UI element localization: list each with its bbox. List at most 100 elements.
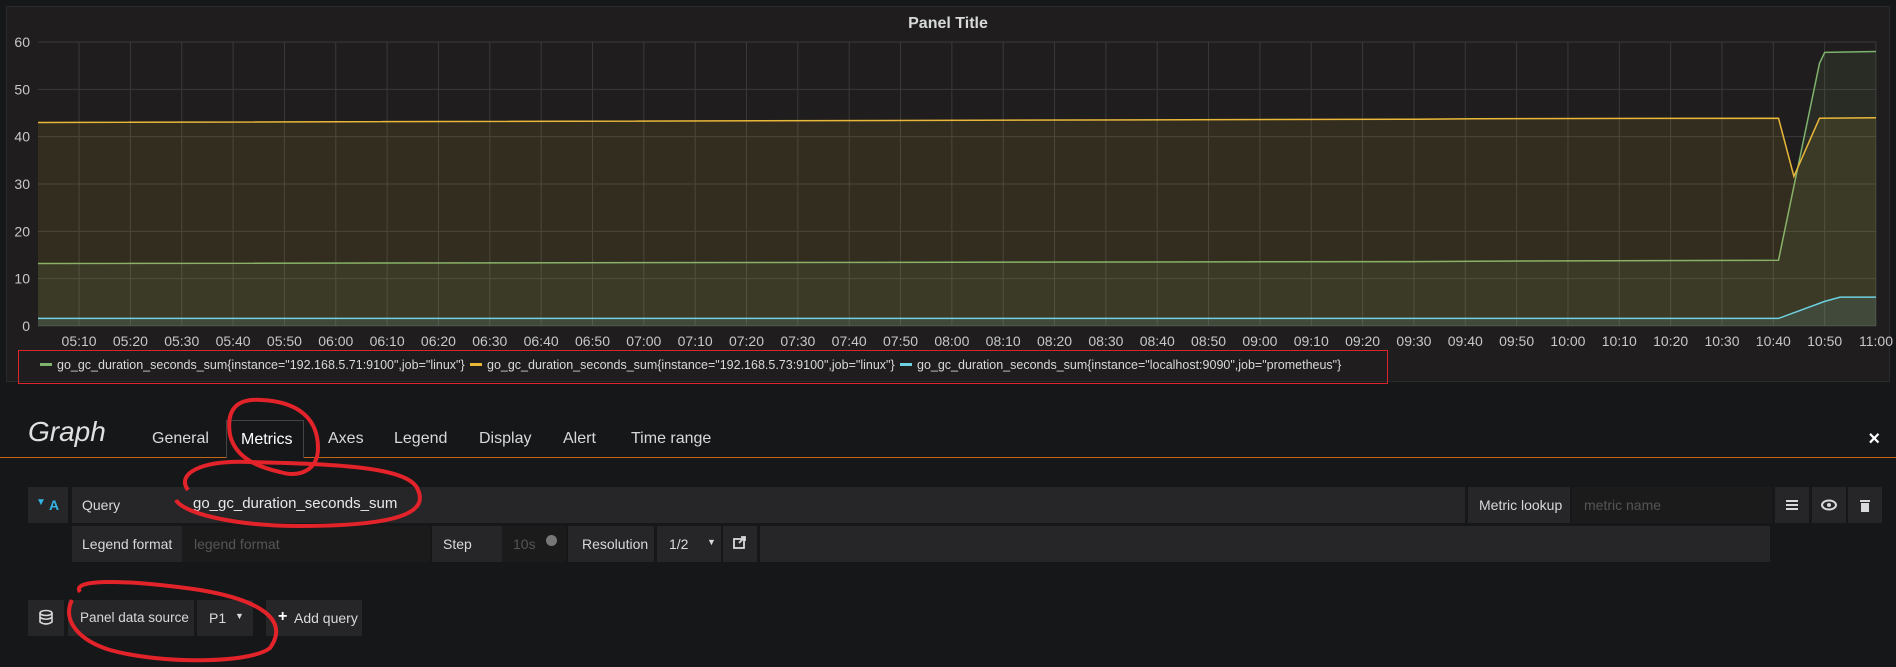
eye-icon [1821, 499, 1837, 511]
x-tick-label: 05:30 [164, 333, 199, 349]
legend-format-label-box: Legend format [72, 526, 182, 562]
tab-legend[interactable]: Legend [394, 430, 447, 448]
y-tick-label: 0 [22, 318, 30, 334]
x-tick-label: 07:50 [883, 333, 918, 349]
caret-down-icon: ▼ [36, 497, 46, 508]
y-tick-label: 60 [14, 34, 30, 50]
x-tick-label: 09:40 [1448, 333, 1483, 349]
datasource-select[interactable]: P1 ▼ [197, 600, 253, 636]
x-tick-label: 07:10 [678, 333, 713, 349]
x-tick-label: 09:50 [1499, 333, 1534, 349]
resolution-select[interactable]: 1/2 ▼ [657, 526, 721, 562]
x-tick-label: 06:40 [524, 333, 559, 349]
x-tick-label: 11:00 [1859, 333, 1893, 349]
datasource-icon-box [28, 600, 64, 636]
toggle-query-visibility-button[interactable] [1812, 487, 1846, 523]
close-editor-button[interactable]: × [1868, 428, 1880, 451]
x-tick-label: 09:00 [1242, 333, 1277, 349]
x-tick-label: 07:20 [729, 333, 764, 349]
x-tick-label: 10:00 [1550, 333, 1585, 349]
x-tick-label: 08:30 [1088, 333, 1123, 349]
legend-label-1: go_gc_duration_seconds_sum{instance="192… [57, 358, 465, 372]
query-ref-id: A [49, 497, 60, 513]
x-tick-label: 09:30 [1396, 333, 1431, 349]
editor-title: Graph [28, 416, 106, 447]
datasource-label-box: Panel data source [68, 600, 194, 636]
options-row-filler [760, 526, 1770, 562]
hamburger-icon [1786, 500, 1798, 510]
resolution-label: Resolution [582, 536, 649, 552]
tab-axes[interactable]: Axes [328, 430, 364, 448]
x-tick-label: 05:10 [62, 333, 97, 349]
y-tick-label: 10 [14, 271, 30, 287]
series-area-2 [38, 117, 1876, 326]
x-tick-label: 05:40 [216, 333, 251, 349]
x-tick-label: 10:30 [1704, 333, 1739, 349]
query-label: Query [82, 497, 121, 513]
tab-time-range[interactable]: Time range [631, 430, 711, 448]
y-tick-label: 20 [14, 223, 30, 239]
legend-format-placeholder: legend format [194, 536, 280, 552]
tab-display[interactable]: Display [479, 430, 531, 448]
x-tick-label: 06:10 [370, 333, 405, 349]
metric-name-placeholder: metric name [1584, 497, 1662, 513]
x-tick-label: 05:50 [267, 333, 302, 349]
x-tick-label: 06:50 [575, 333, 610, 349]
y-tick-label: 40 [14, 129, 30, 145]
query-input[interactable]: go_gc_duration_seconds_sum [175, 487, 1465, 523]
legend-item-series-2[interactable]: go_gc_duration_seconds_sum{instance="192… [470, 358, 895, 372]
x-tick-label: 06:20 [421, 333, 456, 349]
tab-alert[interactable]: Alert [563, 430, 596, 448]
x-tick-label: 07:30 [780, 333, 815, 349]
query-menu-button[interactable] [1775, 487, 1809, 523]
add-query-label: Add query [294, 610, 358, 626]
legend-format-input[interactable]: legend format [182, 526, 430, 562]
x-tick-label: 10:10 [1602, 333, 1637, 349]
legend-swatch-3 [900, 363, 912, 367]
external-link-icon [733, 536, 746, 549]
x-tick-label: 10:50 [1807, 333, 1842, 349]
caret-down-icon: ▼ [235, 611, 244, 621]
x-tick-label: 08:20 [1037, 333, 1072, 349]
tab-metrics[interactable]: Metrics [226, 420, 304, 458]
query-label-box: Query [72, 487, 175, 523]
x-tick-label: 08:50 [1191, 333, 1226, 349]
query-collapse-toggle[interactable]: ▼ A [28, 487, 68, 523]
step-placeholder: 10s [513, 536, 536, 552]
datasource-label: Panel data source [80, 610, 189, 625]
trash-icon [1860, 500, 1870, 512]
y-tick-label: 30 [14, 176, 30, 192]
legend-item-series-3[interactable]: go_gc_duration_seconds_sum{instance="loc… [900, 358, 1341, 372]
legend-label-3: go_gc_duration_seconds_sum{instance="loc… [917, 358, 1342, 372]
line-chart: 0102030405060 05:10 05:20 05:30 05:40 05:50 0… [14, 34, 1894, 349]
x-tick-label: 10:20 [1653, 333, 1688, 349]
x-tick-label: 06:00 [318, 333, 353, 349]
panel-editor-header: Graph General Metrics Axes Legend Displa… [0, 402, 1896, 458]
step-label-box: Step [432, 526, 502, 562]
x-tick-label: 10:40 [1756, 333, 1791, 349]
caret-down-icon: ▼ [707, 537, 716, 547]
step-label: Step [443, 536, 472, 552]
x-tick-label: 08:40 [1140, 333, 1175, 349]
x-tick-label: 07:00 [626, 333, 661, 349]
inspect-query-button[interactable] [723, 526, 757, 562]
x-tick-label: 09:20 [1345, 333, 1380, 349]
tab-metrics-label: Metrics [241, 431, 293, 448]
add-query-button[interactable]: + Add query [266, 600, 362, 636]
query-value: go_gc_duration_seconds_sum [193, 495, 398, 512]
metric-lookup-label-box: Metric lookup [1468, 487, 1570, 523]
x-axis: 05:10 05:20 05:30 05:40 05:50 06:00 06:10 06:20… [62, 333, 1894, 349]
x-tick-label: 07:40 [832, 333, 867, 349]
chart-series [37, 50, 1877, 326]
legend-label-2: go_gc_duration_seconds_sum{instance="192… [487, 358, 895, 372]
tab-general[interactable]: General [152, 430, 209, 448]
x-tick-label: 05:20 [113, 333, 148, 349]
y-axis: 0 10 20 30 40 50 60 [14, 34, 30, 334]
info-icon[interactable] [546, 535, 557, 546]
legend-swatch-2 [470, 363, 482, 367]
metric-name-input[interactable]: metric name [1572, 487, 1772, 523]
step-input[interactable]: 10s [502, 526, 566, 562]
resolution-value: 1/2 [669, 536, 689, 552]
remove-query-button[interactable] [1848, 487, 1882, 523]
legend-item-series-1[interactable]: go_gc_duration_seconds_sum{instance="192… [40, 358, 465, 372]
